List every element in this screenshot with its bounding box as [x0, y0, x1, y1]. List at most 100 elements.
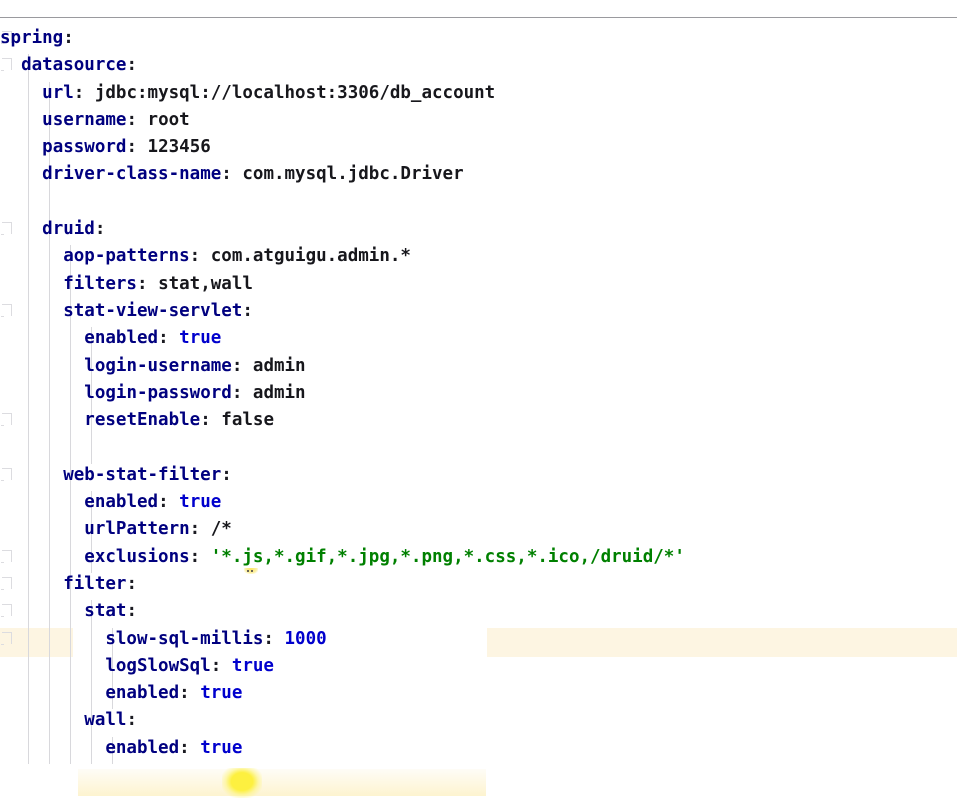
code-line[interactable]: spring:: [0, 25, 957, 52]
code-line[interactable]: url: jdbc:mysql://localhost:3306/db_acco…: [0, 80, 957, 107]
yaml-colon: :: [179, 683, 190, 704]
yaml-value: root: [147, 109, 190, 130]
yaml-colon: :: [231, 382, 243, 403]
code-line[interactable]: enabled: true: [0, 489, 957, 516]
yaml-value: com.mysql.jdbc.Driver: [242, 164, 464, 185]
value-space: [148, 274, 159, 294]
yaml-colon: :: [189, 519, 201, 540]
editor-top-divider: [0, 17, 957, 18]
yaml-colon: :: [126, 109, 137, 130]
value-space: [211, 410, 222, 430]
yaml-colon: :: [126, 55, 137, 76]
code-editor[interactable]: spring: datasource: url: jdbc:mysql://lo…: [0, 0, 957, 798]
code-line[interactable]: filters: stat,wall: [0, 271, 957, 298]
yaml-colon: :: [210, 655, 222, 676]
value-space: [137, 137, 148, 157]
yaml-key: filter: [63, 573, 127, 594]
code-line[interactable]: exclusions: '*.js,*.gif,*.jpg,*.png,*.cs…: [0, 544, 957, 571]
code-line[interactable]: enabled: true: [0, 735, 957, 762]
code-line[interactable]: logSlowSql: true: [0, 653, 957, 680]
yaml-value: true: [179, 492, 222, 513]
yaml-value: true: [200, 737, 243, 758]
code-line[interactable]: enabled: true: [0, 325, 957, 352]
yaml-colon: :: [200, 410, 211, 431]
code-line[interactable]: wall:: [0, 707, 957, 734]
code-line[interactable]: driver-class-name: com.mysql.jdbc.Driver: [0, 161, 957, 188]
yaml-key: druid: [42, 219, 95, 240]
code-line[interactable]: slow-sql-millis: 1000: [0, 626, 957, 653]
value-space: [274, 629, 285, 649]
code-line[interactable]: web-stat-filter:: [0, 462, 957, 489]
yaml-key: aop-patterns: [63, 246, 190, 267]
yaml-colon: :: [126, 137, 137, 158]
code-line[interactable]: password: 123456: [0, 134, 957, 161]
code-line[interactable]: [0, 434, 957, 461]
yaml-colon: :: [231, 355, 243, 376]
yaml-colon: :: [263, 628, 274, 649]
yaml-colon: :: [158, 328, 169, 349]
yaml-value: true: [231, 655, 274, 676]
code-content[interactable]: spring: datasource: url: jdbc:mysql://lo…: [0, 25, 957, 762]
value-space: [190, 683, 201, 703]
yaml-key: datasource: [21, 55, 127, 76]
code-line[interactable]: [0, 189, 957, 216]
yaml-key: enabled: [105, 683, 180, 704]
yaml-key: filters: [63, 273, 137, 294]
yaml-value: 1000: [284, 628, 327, 649]
code-line[interactable]: stat-view-servlet:: [0, 298, 957, 325]
yaml-key: resetEnable: [84, 410, 201, 431]
yaml-colon: :: [94, 219, 106, 240]
yaml-key: password: [42, 137, 127, 158]
yaml-colon: :: [126, 601, 137, 622]
value-space: [200, 519, 211, 539]
cursor-glow-marker: [222, 768, 262, 798]
code-line[interactable]: enabled: true: [0, 680, 957, 707]
code-line[interactable]: filter:: [0, 571, 957, 598]
yaml-colon: :: [179, 737, 190, 758]
code-line[interactable]: login-username: admin: [0, 353, 957, 380]
code-line[interactable]: druid:: [0, 216, 957, 243]
code-line[interactable]: urlPattern: /*: [0, 516, 957, 543]
code-line[interactable]: username: root: [0, 107, 957, 134]
yaml-colon: :: [242, 300, 253, 321]
code-line[interactable]: aop-patterns: com.atguigu.admin.*: [0, 243, 957, 270]
yaml-key: logSlowSql: [105, 655, 211, 676]
yaml-key: slow-sql-millis: [105, 628, 264, 649]
yaml-colon: :: [136, 273, 148, 294]
code-line[interactable]: resetEnable: false: [0, 407, 957, 434]
yaml-key: wall: [84, 710, 127, 731]
value-space: [242, 383, 253, 403]
yaml-key: driver-class-name: [42, 164, 222, 185]
yaml-colon: :: [126, 710, 137, 731]
code-line[interactable]: stat:: [0, 598, 957, 625]
value-space: [200, 547, 211, 567]
yaml-colon: :: [73, 82, 85, 103]
yaml-value: 123456: [147, 137, 211, 158]
code-line[interactable]: login-password: admin: [0, 380, 957, 407]
yaml-colon: :: [158, 492, 169, 513]
code-line[interactable]: datasource:: [0, 52, 957, 79]
yaml-colon: :: [189, 246, 201, 267]
yaml-value: '*.js,*.gif,*.jpg,*.png,*.css,*.ico,/dru…: [210, 546, 685, 567]
yaml-key: enabled: [105, 737, 180, 758]
value-space: [84, 83, 95, 103]
yaml-colon: :: [189, 546, 201, 567]
yaml-colon: :: [221, 464, 232, 485]
